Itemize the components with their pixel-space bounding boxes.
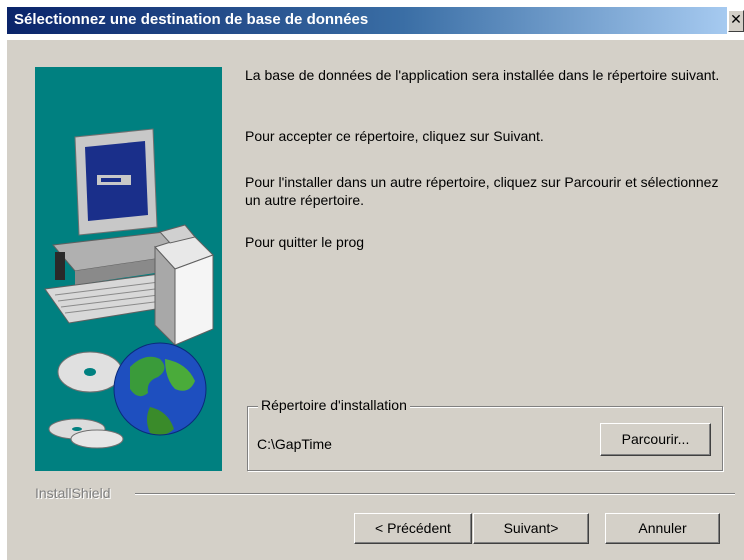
accept-text: Pour accepter ce répertoire, cliquez sur… (245, 128, 544, 144)
back-button[interactable]: < Précédent (354, 513, 472, 544)
installer-illustration (35, 67, 222, 471)
globe-icon (113, 342, 207, 436)
install-path: C:\GapTime (257, 436, 332, 452)
title-bar: Sélectionnez une destination de base de … (7, 0, 744, 40)
cancel-button[interactable]: Annuler (605, 513, 720, 544)
brand-row: InstallShield (35, 485, 735, 501)
intro-text: La base de données de l'application sera… (245, 67, 720, 83)
close-icon: ✕ (730, 12, 742, 28)
window-title: Sélectionnez une destination de base de … (14, 11, 369, 28)
group-label: Répertoire d'installation (258, 397, 410, 413)
divider (135, 493, 735, 495)
browse-button[interactable]: Parcourir... (600, 423, 711, 456)
installshield-brand: InstallShield (35, 485, 111, 501)
browse-instruction-text: Pour l'installer dans un autre répertoir… (245, 174, 719, 208)
setup-dialog: Sélectionnez une destination de base de … (7, 0, 744, 560)
close-button[interactable]: ✕ (728, 10, 744, 32)
cd-icon (48, 351, 124, 449)
quit-text: Pour quitter le prog (245, 234, 365, 250)
next-button[interactable]: Suivant> (473, 513, 589, 544)
